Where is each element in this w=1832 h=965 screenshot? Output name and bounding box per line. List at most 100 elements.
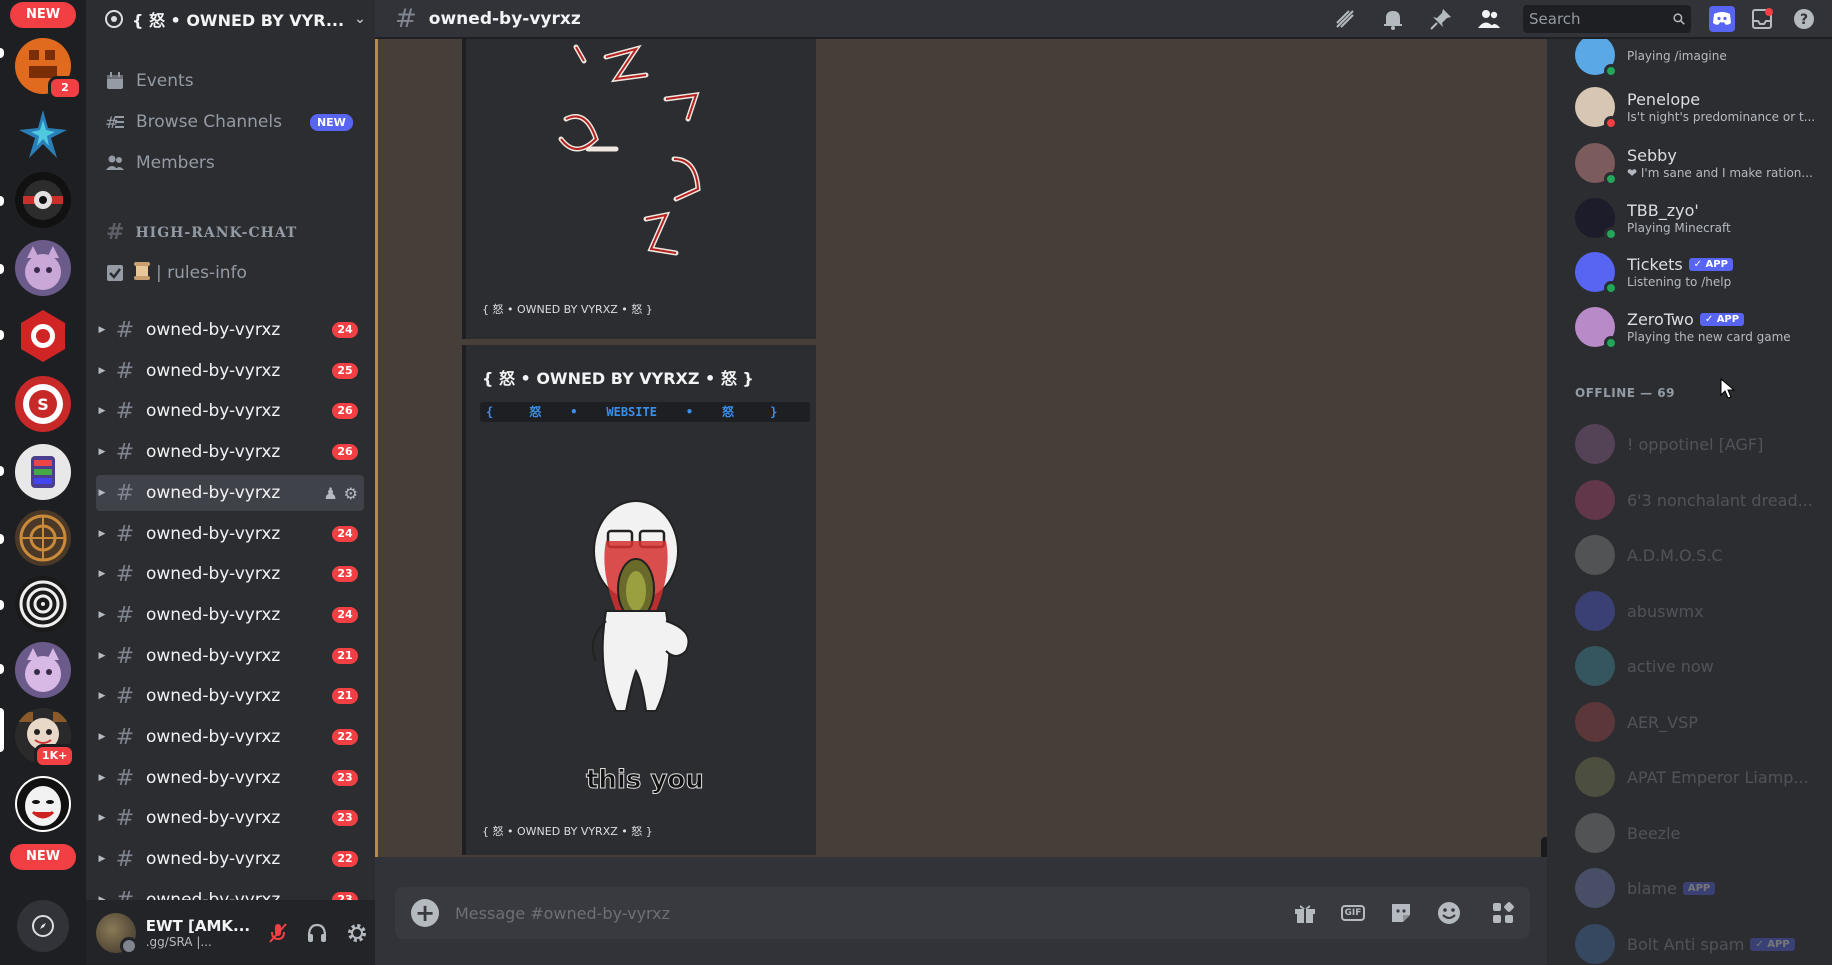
hash-icon: # <box>115 398 135 424</box>
avatar[interactable] <box>96 912 138 955</box>
search-box[interactable] <box>1523 5 1691 33</box>
member-item[interactable]: Beezle <box>1575 809 1825 857</box>
member-activity: ❤ I'm sane and I make ration... <box>1627 166 1813 180</box>
member-item[interactable]: Bolt Anti spam ✓ APP <box>1575 920 1825 965</box>
member-info: active now <box>1627 657 1714 676</box>
nav-events-label: Events <box>136 71 194 91</box>
channel-item[interactable]: ▶ # owned-by-vyrxz ♟ ⚙ <box>96 475 364 511</box>
channel-item[interactable]: ▶ # owned-by-vyrxz 25 <box>96 353 364 389</box>
member-item[interactable]: A.D.M.O.S.C <box>1575 531 1825 579</box>
svg-text:?: ? <box>1800 12 1808 28</box>
member-activity: Is't night's predominance or t... <box>1627 110 1816 124</box>
server-icon[interactable] <box>15 308 71 364</box>
channel-item[interactable]: ▶ # owned-by-vyrxz 21 <box>96 678 364 714</box>
channel-item[interactable]: ▶ # owned-by-vyrxz 24 <box>96 516 364 552</box>
nav-members[interactable]: Members <box>104 148 215 178</box>
channel-item[interactable]: ▶ # owned-by-vyrxz 26 <box>96 434 364 470</box>
upload-button[interactable]: + <box>411 899 439 927</box>
member-item[interactable]: APAT Emperor Liamp... <box>1575 753 1825 801</box>
channel-item[interactable]: ▶ # owned-by-vyrxz 22 <box>96 719 364 755</box>
category-header[interactable]: # HIGH-RANK-CHAT <box>106 220 297 245</box>
server-icon[interactable] <box>15 576 71 632</box>
explore-servers-button[interactable] <box>17 900 69 952</box>
member-item[interactable]: 6'3 nonchalant dread... <box>1575 476 1825 524</box>
hash-icon: # <box>395 3 417 34</box>
caret-right-icon: ▶ <box>98 406 106 416</box>
gift-button[interactable] <box>1291 899 1319 927</box>
member-item[interactable]: abuswmx <box>1575 587 1825 635</box>
caret-right-icon: ▶ <box>98 610 106 620</box>
channel-item[interactable]: ▶ # owned-by-vyrxz 23 <box>96 760 364 796</box>
server-icon[interactable] <box>15 172 71 228</box>
avatar <box>1575 143 1618 186</box>
channel-item[interactable]: ▶ # owned-by-vyrxz 24 <box>96 312 364 348</box>
new-badge[interactable]: NEW <box>10 844 76 870</box>
gear-icon[interactable]: ⚙ <box>344 484 358 503</box>
search-input[interactable] <box>1529 10 1659 28</box>
server-icon[interactable] <box>15 776 71 832</box>
server-icon[interactable]: S <box>15 376 71 432</box>
mention-count-badge: 24 <box>332 526 358 542</box>
channel-item[interactable]: ▶ # owned-by-vyrxz 23 <box>96 800 364 836</box>
hash-icon: # <box>115 683 135 709</box>
channel-item[interactable]: ▶ # owned-by-vyrxz 21 <box>96 638 364 674</box>
deafen-button[interactable] <box>299 915 335 951</box>
member-item[interactable]: blame APP <box>1575 864 1825 912</box>
server-icon[interactable] <box>15 240 71 296</box>
member-name-row: Sebby <box>1627 146 1817 165</box>
svg-text:S: S <box>37 395 49 414</box>
meme-image[interactable] <box>536 481 736 741</box>
sticker-button[interactable] <box>1387 899 1415 927</box>
member-item[interactable]: TBB_zyo' Playing Minecraft <box>1575 194 1825 242</box>
mute-button[interactable] <box>260 915 296 951</box>
hash-icon: # <box>115 521 135 547</box>
member-activity: Listening to /help <box>1627 275 1732 289</box>
avatar <box>1575 535 1615 575</box>
member-item[interactable]: Playing /imagine <box>1575 39 1825 79</box>
nav-browse-channels[interactable]: # Browse Channels NEW <box>104 107 353 137</box>
user-info[interactable]: EWT [AMK... .gg/SRA |... <box>146 917 250 949</box>
threads-button[interactable] <box>1332 6 1358 32</box>
member-name: Penelope <box>1627 90 1701 109</box>
member-item[interactable]: active now <box>1575 642 1825 690</box>
channel-rules-info[interactable]: | rules-info <box>104 258 247 288</box>
inbox-button[interactable] <box>1749 6 1775 32</box>
mic-muted-icon <box>268 922 287 943</box>
member-item[interactable]: Penelope Is't night's predominance or t..… <box>1575 83 1825 131</box>
member-info: Bolt Anti spam ✓ APP <box>1627 935 1795 954</box>
server-header[interactable]: { 怒 • OWNED BY VYR... ⌄ <box>86 0 375 38</box>
nitro-button[interactable] <box>1709 6 1735 32</box>
status-dot <box>1604 172 1618 186</box>
channel-item[interactable]: ▶ # owned-by-vyrxz 23 <box>96 556 364 592</box>
server-icon[interactable] <box>15 106 71 162</box>
emoji-button[interactable] <box>1435 899 1463 927</box>
apps-button[interactable] <box>1489 899 1517 927</box>
member-item[interactable]: Sebby ❤ I'm sane and I make ration... <box>1575 139 1825 187</box>
user-settings-button[interactable] <box>339 915 375 951</box>
server-icon[interactable] <box>15 510 71 566</box>
mention-count-badge: 21 <box>332 688 358 704</box>
member-item[interactable]: AER_VSP <box>1575 698 1825 746</box>
unread-indicator <box>0 534 4 544</box>
member-item[interactable]: Tickets ✓ APP Listening to /help <box>1575 248 1825 296</box>
member-name: A.D.M.O.S.C <box>1627 545 1723 565</box>
search-icon <box>1673 13 1685 25</box>
status-dot <box>1604 281 1618 295</box>
server-icon[interactable] <box>15 444 71 500</box>
new-badge[interactable]: NEW <box>10 2 76 28</box>
channel-item[interactable]: ▶ # owned-by-vyrxz 22 <box>96 841 364 877</box>
nav-events[interactable]: Events <box>104 66 194 96</box>
member-list-button[interactable] <box>1476 6 1502 32</box>
channel-item[interactable]: ▶ # owned-by-vyrxz 24 <box>96 597 364 633</box>
help-button[interactable]: ? <box>1791 6 1817 32</box>
pinned-messages-button[interactable] <box>1428 6 1454 32</box>
website-link[interactable]: { 怒 • WEBSITE • 怒 } <box>480 402 810 422</box>
channel-item[interactable]: ▶ # owned-by-vyrxz 26 <box>96 393 364 429</box>
server-icon[interactable] <box>15 642 71 698</box>
member-item[interactable]: ZeroTwo ✓ APP Playing the new card game <box>1575 303 1825 351</box>
gif-button[interactable]: GIF <box>1339 899 1367 927</box>
member-item[interactable]: ! oppotinel [AGF] <box>1575 420 1825 468</box>
notifications-button[interactable] <box>1380 6 1406 32</box>
invite-icon[interactable]: ♟ <box>323 484 337 503</box>
message-input[interactable] <box>455 903 1215 923</box>
